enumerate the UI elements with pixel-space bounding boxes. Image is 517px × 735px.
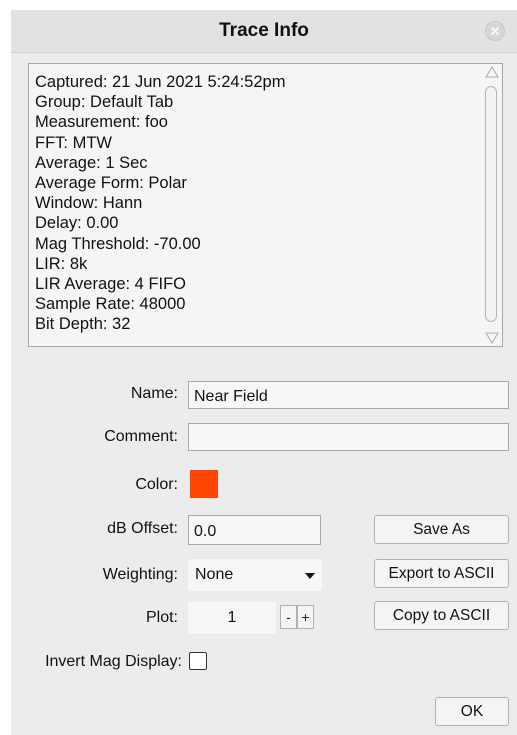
title-bar: Trace Info [11,10,517,53]
info-line: Measurement: foo [35,113,168,132]
copy-to-ascii-button[interactable]: Copy to ASCII [374,601,509,630]
info-line: Window: Hann [35,194,143,213]
plot-decrement-button[interactable]: - [280,605,297,629]
dialog-body: Captured: 21 Jun 2021 5:24:52pm Group: De… [11,53,517,735]
comment-input[interactable] [188,423,509,451]
name-input[interactable] [188,381,509,409]
color-label: Color: [135,476,178,493]
export-to-ascii-button[interactable]: Export to ASCII [374,559,509,588]
trace-info-dialog: Trace Info Captured: 21 Jun 2021 5:24:52… [0,0,517,735]
weighting-label: Weighting: [102,566,178,583]
db-offset-label: dB Offset: [107,520,178,537]
scroll-thumb[interactable] [485,86,497,322]
comment-label: Comment: [104,428,178,445]
ok-button[interactable]: OK [435,697,509,726]
invert-mag-checkbox[interactable] [189,652,207,670]
info-line: Bit Depth: 32 [35,315,131,334]
info-line: Average: 1 Sec [35,153,148,172]
info-line: LIR Average: 4 FIFO [35,275,187,294]
scrollbar[interactable] [482,64,502,346]
plot-value[interactable]: 1 [188,602,276,634]
info-line: Sample Rate: 48000 [35,295,186,314]
info-line: Mag Threshold: -70.00 [35,234,201,253]
chevron-down-icon [305,573,315,579]
triangle-up-icon[interactable] [485,66,499,78]
weighting-select[interactable]: None [188,559,322,591]
triangle-down-icon[interactable] [485,332,499,344]
plot-label: Plot: [145,609,178,626]
invert-mag-label: Invert Mag Display: [45,653,182,670]
color-swatch[interactable] [190,470,218,498]
info-line: Delay: 0.00 [35,214,119,233]
info-line: LIR: 8k [35,254,88,273]
info-line: FFT: MTW [35,133,112,152]
trace-info-text[interactable]: Captured: 21 Jun 2021 5:24:52pm Group: De… [28,63,503,347]
dialog-title: Trace Info [219,20,309,41]
weighting-value: None [195,566,234,583]
close-icon [491,27,499,35]
name-label: Name: [130,385,178,402]
info-line: Captured: 21 Jun 2021 5:24:52pm [35,73,286,91]
close-button[interactable] [485,21,505,41]
plot-increment-button[interactable]: + [297,605,314,629]
db-offset-input[interactable] [188,515,321,545]
info-line: Group: Default Tab [35,93,174,112]
info-line: Average Form: Polar [35,174,187,193]
info-lines-list: Captured: 21 Jun 2021 5:24:52pm Group: De… [35,72,475,335]
save-as-button[interactable]: Save As [374,515,509,544]
